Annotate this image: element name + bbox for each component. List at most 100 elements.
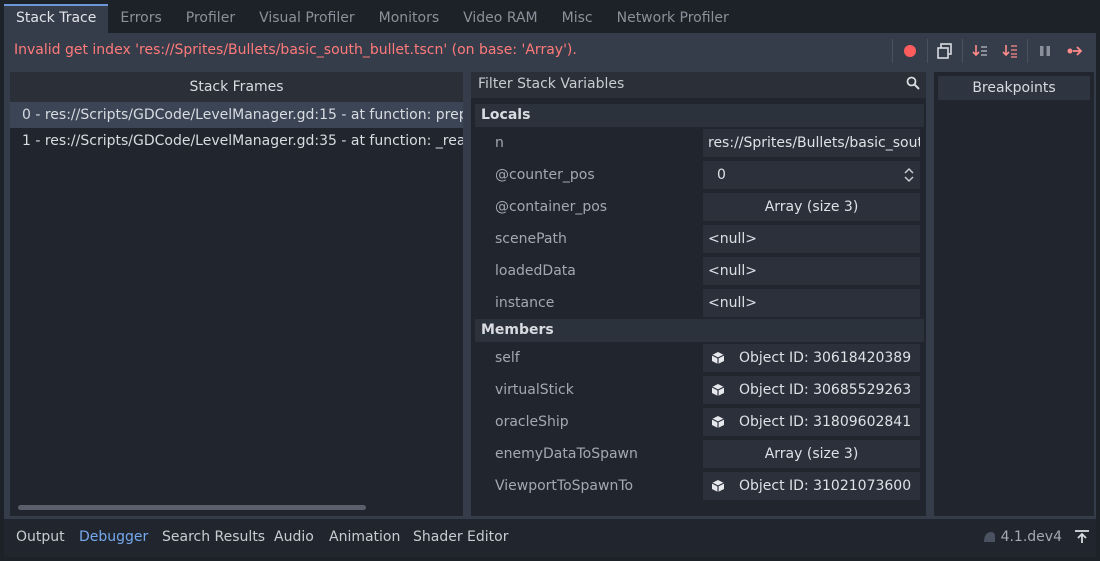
debugger-toolbar [890,39,1090,63]
variable-name: @container_pos [495,199,608,215]
stack-frame-item[interactable]: 0 - res://Scripts/GDCode/LevelManager.gd… [10,102,463,128]
variable-value: Array (size 3) [764,199,859,215]
filter-placeholder: Filter Stack Variables [478,76,625,92]
variable-row: oracleShip Object ID: 31809602841 [475,406,924,438]
continue-icon [1067,46,1083,56]
pause-icon [1040,46,1050,56]
variable-name: loadedData [495,263,576,279]
expand-bottom-panel-button[interactable] [1074,529,1090,549]
filter-stack-variables-input[interactable]: Filter Stack Variables [471,72,926,98]
variable-name: ViewportToSpawnTo [495,478,634,494]
variable-value: <null> [708,263,757,279]
stack-frame-item[interactable]: 1 - res://Scripts/GDCode/LevelManager.gd… [10,128,463,154]
horizontal-scrollbar[interactable] [18,505,366,510]
section-locals[interactable]: Locals [475,104,924,127]
variable-value: Object ID: 30685529263 [739,382,912,398]
copy-error-button[interactable] [930,39,960,63]
variable-row: enemyDataToSpawn Array (size 3) [475,438,924,470]
variable-name: scenePath [495,231,567,247]
variable-value: Object ID: 31809602841 [739,414,912,430]
debugger-tab-bar: Stack Trace Errors Profiler Visual Profi… [4,4,1096,33]
variable-row: @container_pos Array (size 3) [475,191,924,223]
toolbar-separator [927,39,928,63]
tab-errors[interactable]: Errors [108,4,173,33]
breakpoints-header: Breakpoints [938,76,1090,100]
bottom-panel-bar: Output Debugger Search Results Audio Ani… [4,519,1096,557]
tab-network-profiler[interactable]: Network Profiler [605,4,741,33]
bottom-tab-animation[interactable]: Animation [329,529,400,545]
section-members[interactable]: Members [475,319,924,342]
variable-row: @counter_pos 0 [475,159,924,191]
variable-row: loadedData <null> [475,255,924,287]
variable-row: instance <null> [475,287,924,319]
object-value-button[interactable]: Object ID: 31021073600 [703,472,920,500]
stack-frames-header: Stack Frames [10,72,463,102]
variable-name: n [495,135,504,151]
object-cube-icon [711,384,725,396]
object-value-button[interactable]: Object ID: 30618420389 [703,344,920,372]
variable-name: self [495,350,520,366]
update-spinner-icon [982,530,996,548]
engine-version: 4.1.dev4 [1000,529,1062,545]
variable-value: Object ID: 31021073600 [739,478,912,494]
object-cube-icon [711,416,725,428]
array-value-button[interactable]: Array (size 3) [703,440,920,468]
variable-row: ViewportToSpawnTo Object ID: 31021073600 [475,470,924,502]
object-cube-icon [711,480,725,492]
pause-button[interactable] [1030,39,1060,63]
step-over-button[interactable] [995,39,1025,63]
variable-value-field[interactable]: <null> [703,225,920,253]
tab-video-ram[interactable]: Video RAM [451,4,550,33]
stack-trace-content: Stack Frames 0 - res://Scripts/GDCode/Le… [4,69,1096,519]
variable-value: 0 [717,167,726,183]
variable-row: scenePath <null> [475,223,924,255]
toolbar-separator [892,39,893,63]
variable-value-field[interactable]: res://Sprites/Bullets/basic_south_bullet… [703,129,920,157]
variables-tree: Locals n res://Sprites/Bullets/basic_sou… [475,104,924,502]
tab-monitors[interactable]: Monitors [367,4,452,33]
object-cube-icon [711,352,725,364]
variable-value: <null> [708,231,757,247]
object-value-button[interactable]: Object ID: 31809602841 [703,408,920,436]
variable-value-field[interactable]: <null> [703,289,920,317]
record-dot-icon [904,45,916,57]
continue-button[interactable] [1060,39,1090,63]
variable-value-field[interactable]: <null> [703,257,920,285]
error-bar: Invalid get index 'res://Sprites/Bullets… [4,33,1096,69]
step-into-icon [972,45,987,57]
copy-icon [937,43,952,59]
array-value-button[interactable]: Array (size 3) [703,193,920,221]
bottom-tab-output[interactable]: Output [16,529,65,545]
variable-name: virtualStick [495,382,574,398]
toolbar-separator [962,39,963,63]
bottom-tab-search-results[interactable]: Search Results [162,529,265,545]
variable-name: instance [495,295,555,311]
tab-stack-trace[interactable]: Stack Trace [4,4,109,33]
variable-name: oracleShip [495,414,569,430]
bottom-tab-shader-editor[interactable]: Shader Editor [413,529,508,545]
step-into-button[interactable] [965,39,995,63]
record-button[interactable] [895,39,925,63]
variable-value: Object ID: 30618420389 [739,350,912,366]
breakpoints-panel: Breakpoints [934,72,1094,516]
tab-profiler[interactable]: Profiler [174,4,247,33]
spinbox-arrows-icon[interactable] [904,167,914,183]
variable-value: res://Sprites/Bullets/basic_south_bullet… [708,135,920,151]
variable-value: Array (size 3) [764,446,859,462]
variable-spinbox[interactable]: 0 [703,161,920,189]
error-message: Invalid get index 'res://Sprites/Bullets… [14,42,577,58]
bottom-tab-audio[interactable]: Audio [274,529,314,545]
bottom-tab-debugger[interactable]: Debugger [79,529,148,545]
stack-variables-panel: Filter Stack Variables Locals n res://Sp… [471,72,926,516]
search-icon [906,76,920,94]
variable-name: enemyDataToSpawn [495,446,638,462]
variable-row: self Object ID: 30618420389 [475,342,924,374]
tab-misc[interactable]: Misc [550,4,605,33]
variable-row: virtualStick Object ID: 30685529263 [475,374,924,406]
step-over-icon [1002,45,1017,58]
object-value-button[interactable]: Object ID: 30685529263 [703,376,920,404]
stack-frames-panel: Stack Frames 0 - res://Scripts/GDCode/Le… [10,72,463,516]
variable-name: @counter_pos [495,167,595,183]
toolbar-separator [1027,39,1028,63]
tab-visual-profiler[interactable]: Visual Profiler [247,4,367,33]
